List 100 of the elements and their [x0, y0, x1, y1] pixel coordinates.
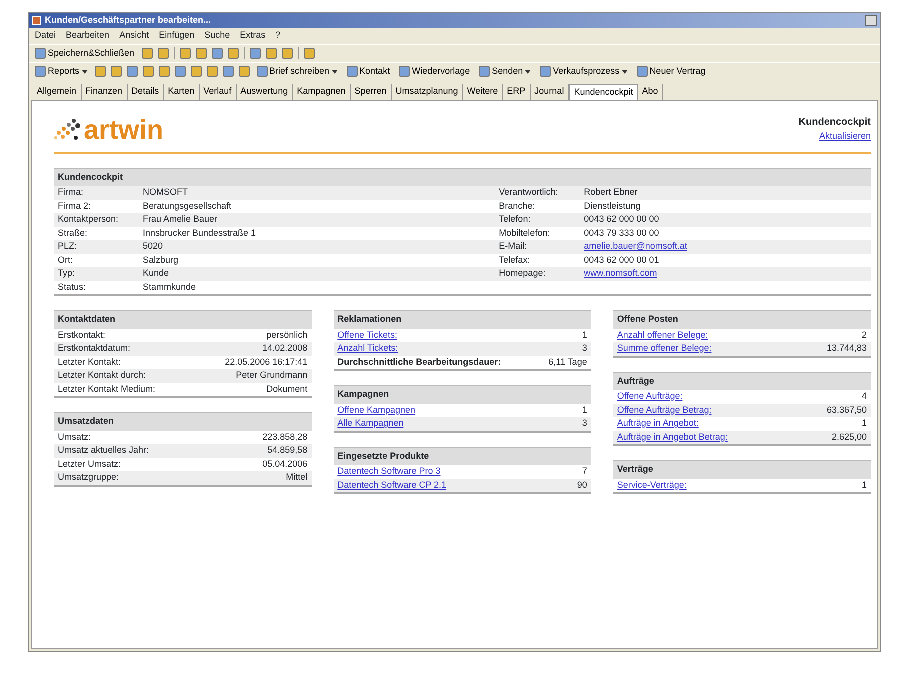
caret-icon: [332, 70, 338, 74]
section-header: Kundencockpit: [54, 168, 871, 186]
row-label: Umsatz:: [58, 432, 92, 443]
refresh-link[interactable]: Aktualisieren: [819, 131, 871, 141]
toolbar-button[interactable]: Wiedervorlage: [397, 65, 472, 78]
toolbar-square-icon[interactable]: [222, 66, 234, 78]
toolbar-square-icon[interactable]: [282, 48, 293, 59]
toolbar-square-icon[interactable]: [196, 48, 207, 59]
row-link[interactable]: Service-Verträge:: [617, 480, 687, 491]
section-header: Offene Posten: [613, 310, 871, 328]
row-value: 2: [862, 330, 867, 341]
row-label: Umsatz aktuelles Jahr:: [58, 445, 150, 456]
field-label: Verantwortlich:: [499, 187, 560, 198]
toolbar-square-icon[interactable]: [212, 48, 223, 59]
toolbar-button[interactable]: Speichern&Schließen: [33, 46, 137, 60]
toolbar-button[interactable]: Senden: [477, 65, 534, 78]
toolbar-square-icon[interactable]: [142, 48, 153, 59]
field-value: 0043 62 000 00 01: [584, 254, 660, 266]
toolbar-square-icon[interactable]: [174, 66, 186, 78]
row-value: Mittel: [286, 472, 308, 484]
toolbar-square-icon[interactable]: [238, 66, 250, 78]
caret-icon: [82, 70, 88, 74]
row-value: 7: [582, 466, 588, 478]
menu-item[interactable]: Ansicht: [120, 29, 150, 42]
row-link[interactable]: Offene Tickets:: [338, 330, 398, 341]
row-link[interactable]: Datentech Software CP 2.1: [338, 480, 447, 491]
toolbar-square-icon[interactable]: [180, 48, 191, 59]
toolbar-square-icon[interactable]: [110, 66, 122, 78]
caret-icon: [525, 70, 532, 74]
toolbar-square-icon[interactable]: [206, 66, 218, 78]
row-link[interactable]: Datentech Software Pro 3: [338, 466, 441, 478]
row-link[interactable]: Offene Aufträge:: [617, 391, 683, 402]
toolbar-button[interactable]: Verkaufsprozess: [538, 65, 630, 78]
close-button[interactable]: [865, 15, 877, 26]
menu-item[interactable]: Datei: [35, 29, 56, 42]
toolbar-square-icon[interactable]: [250, 48, 261, 59]
section-header: Aufträge: [613, 372, 871, 390]
row-value: Peter Grundmann: [236, 370, 308, 382]
field-label: Firma:: [58, 187, 84, 198]
toolbar-square-icon[interactable]: [94, 66, 106, 78]
toolbar-button[interactable]: Neuer Vertrag: [634, 65, 708, 78]
field-label: Ort:: [58, 254, 74, 266]
toolbar-square-icon[interactable]: [158, 48, 169, 59]
field-label: Typ:: [58, 268, 76, 280]
field-value: Stammkunde: [143, 282, 196, 293]
field-label: E-Mail:: [499, 241, 528, 252]
field-label: Kontaktperson:: [58, 214, 120, 226]
field-label: PLZ:: [58, 241, 78, 252]
field-value: Robert Ebner: [584, 187, 638, 198]
toolbar-square-icon[interactable]: [228, 48, 239, 59]
field-value: Beratungsgesellschaft: [143, 200, 232, 212]
square-icon: [636, 66, 648, 78]
row-value: 2.625,00: [832, 432, 867, 443]
row-value: 54.859,58: [268, 445, 308, 456]
row-link[interactable]: Summe offener Belege:: [617, 343, 712, 354]
menu-item[interactable]: Suche: [204, 29, 230, 42]
row-link[interactable]: Offene Aufträge Betrag:: [617, 404, 712, 416]
toolbar-square-icon[interactable]: [304, 48, 315, 59]
value-link[interactable]: www.nomsoft.com: [584, 268, 658, 280]
value-link[interactable]: amelie.bauer@nomsoft.at: [584, 241, 688, 252]
row-label: Durchschnittliche Bearbeitungsdauer:: [338, 356, 502, 368]
row-label: Erstkontaktdatum:: [58, 343, 131, 354]
toolbar-square-icon[interactable]: [142, 66, 154, 78]
tab[interactable]: Kundencockpit: [569, 84, 638, 100]
toolbar-button[interactable]: Kontakt: [344, 65, 392, 78]
toolbar-square-icon[interactable]: [126, 66, 138, 78]
row-value: 1: [862, 480, 867, 491]
section-header: Verträge: [613, 460, 871, 478]
row-link[interactable]: Aufträge in Angebot Betrag:: [617, 432, 728, 443]
row-link[interactable]: Alle Kampagnen: [338, 418, 404, 430]
field-value: 0043 62 000 00 00: [584, 214, 660, 226]
row-link[interactable]: Offene Kampagnen: [338, 404, 416, 416]
row-link[interactable]: Anzahl Tickets:: [338, 343, 398, 354]
field-label: Straße:: [58, 228, 89, 239]
field-value: Kunde: [143, 268, 170, 280]
toolbar-square-icon[interactable]: [266, 48, 277, 59]
field-label: Telefax:: [499, 254, 532, 266]
menu-item[interactable]: Extras: [240, 29, 266, 42]
menu-item[interactable]: Bearbeiten: [66, 29, 110, 42]
field-label: Firma 2:: [58, 200, 92, 212]
row-value: 05.04.2006: [262, 458, 308, 470]
row-link[interactable]: Aufträge in Angebot:: [617, 418, 699, 430]
field-value: Salzburg: [143, 254, 179, 266]
toolbar-square-icon[interactable]: [190, 66, 202, 78]
toolbar-square-icon[interactable]: [158, 66, 170, 78]
row-value: 1: [862, 418, 867, 430]
toolbar-button[interactable]: Brief schreiben: [254, 65, 340, 78]
field-label: Mobiltelefon:: [499, 228, 552, 239]
field-label: Branche:: [499, 200, 536, 212]
menu-item[interactable]: Einfügen: [159, 29, 195, 42]
row-link[interactable]: Anzahl offener Belege:: [617, 330, 708, 341]
menu-item[interactable]: ?: [276, 29, 281, 42]
section-header: Kontaktdaten: [54, 310, 312, 328]
section-header: Umsatzdaten: [54, 412, 312, 430]
field-value: Innsbrucker Bundesstraße 1: [143, 228, 256, 239]
row-value: 1: [582, 404, 588, 416]
square-icon: [399, 66, 410, 78]
toolbar-button[interactable]: Reports: [33, 65, 90, 78]
square-icon: [35, 66, 46, 78]
section-header: Kampagnen: [334, 385, 592, 404]
